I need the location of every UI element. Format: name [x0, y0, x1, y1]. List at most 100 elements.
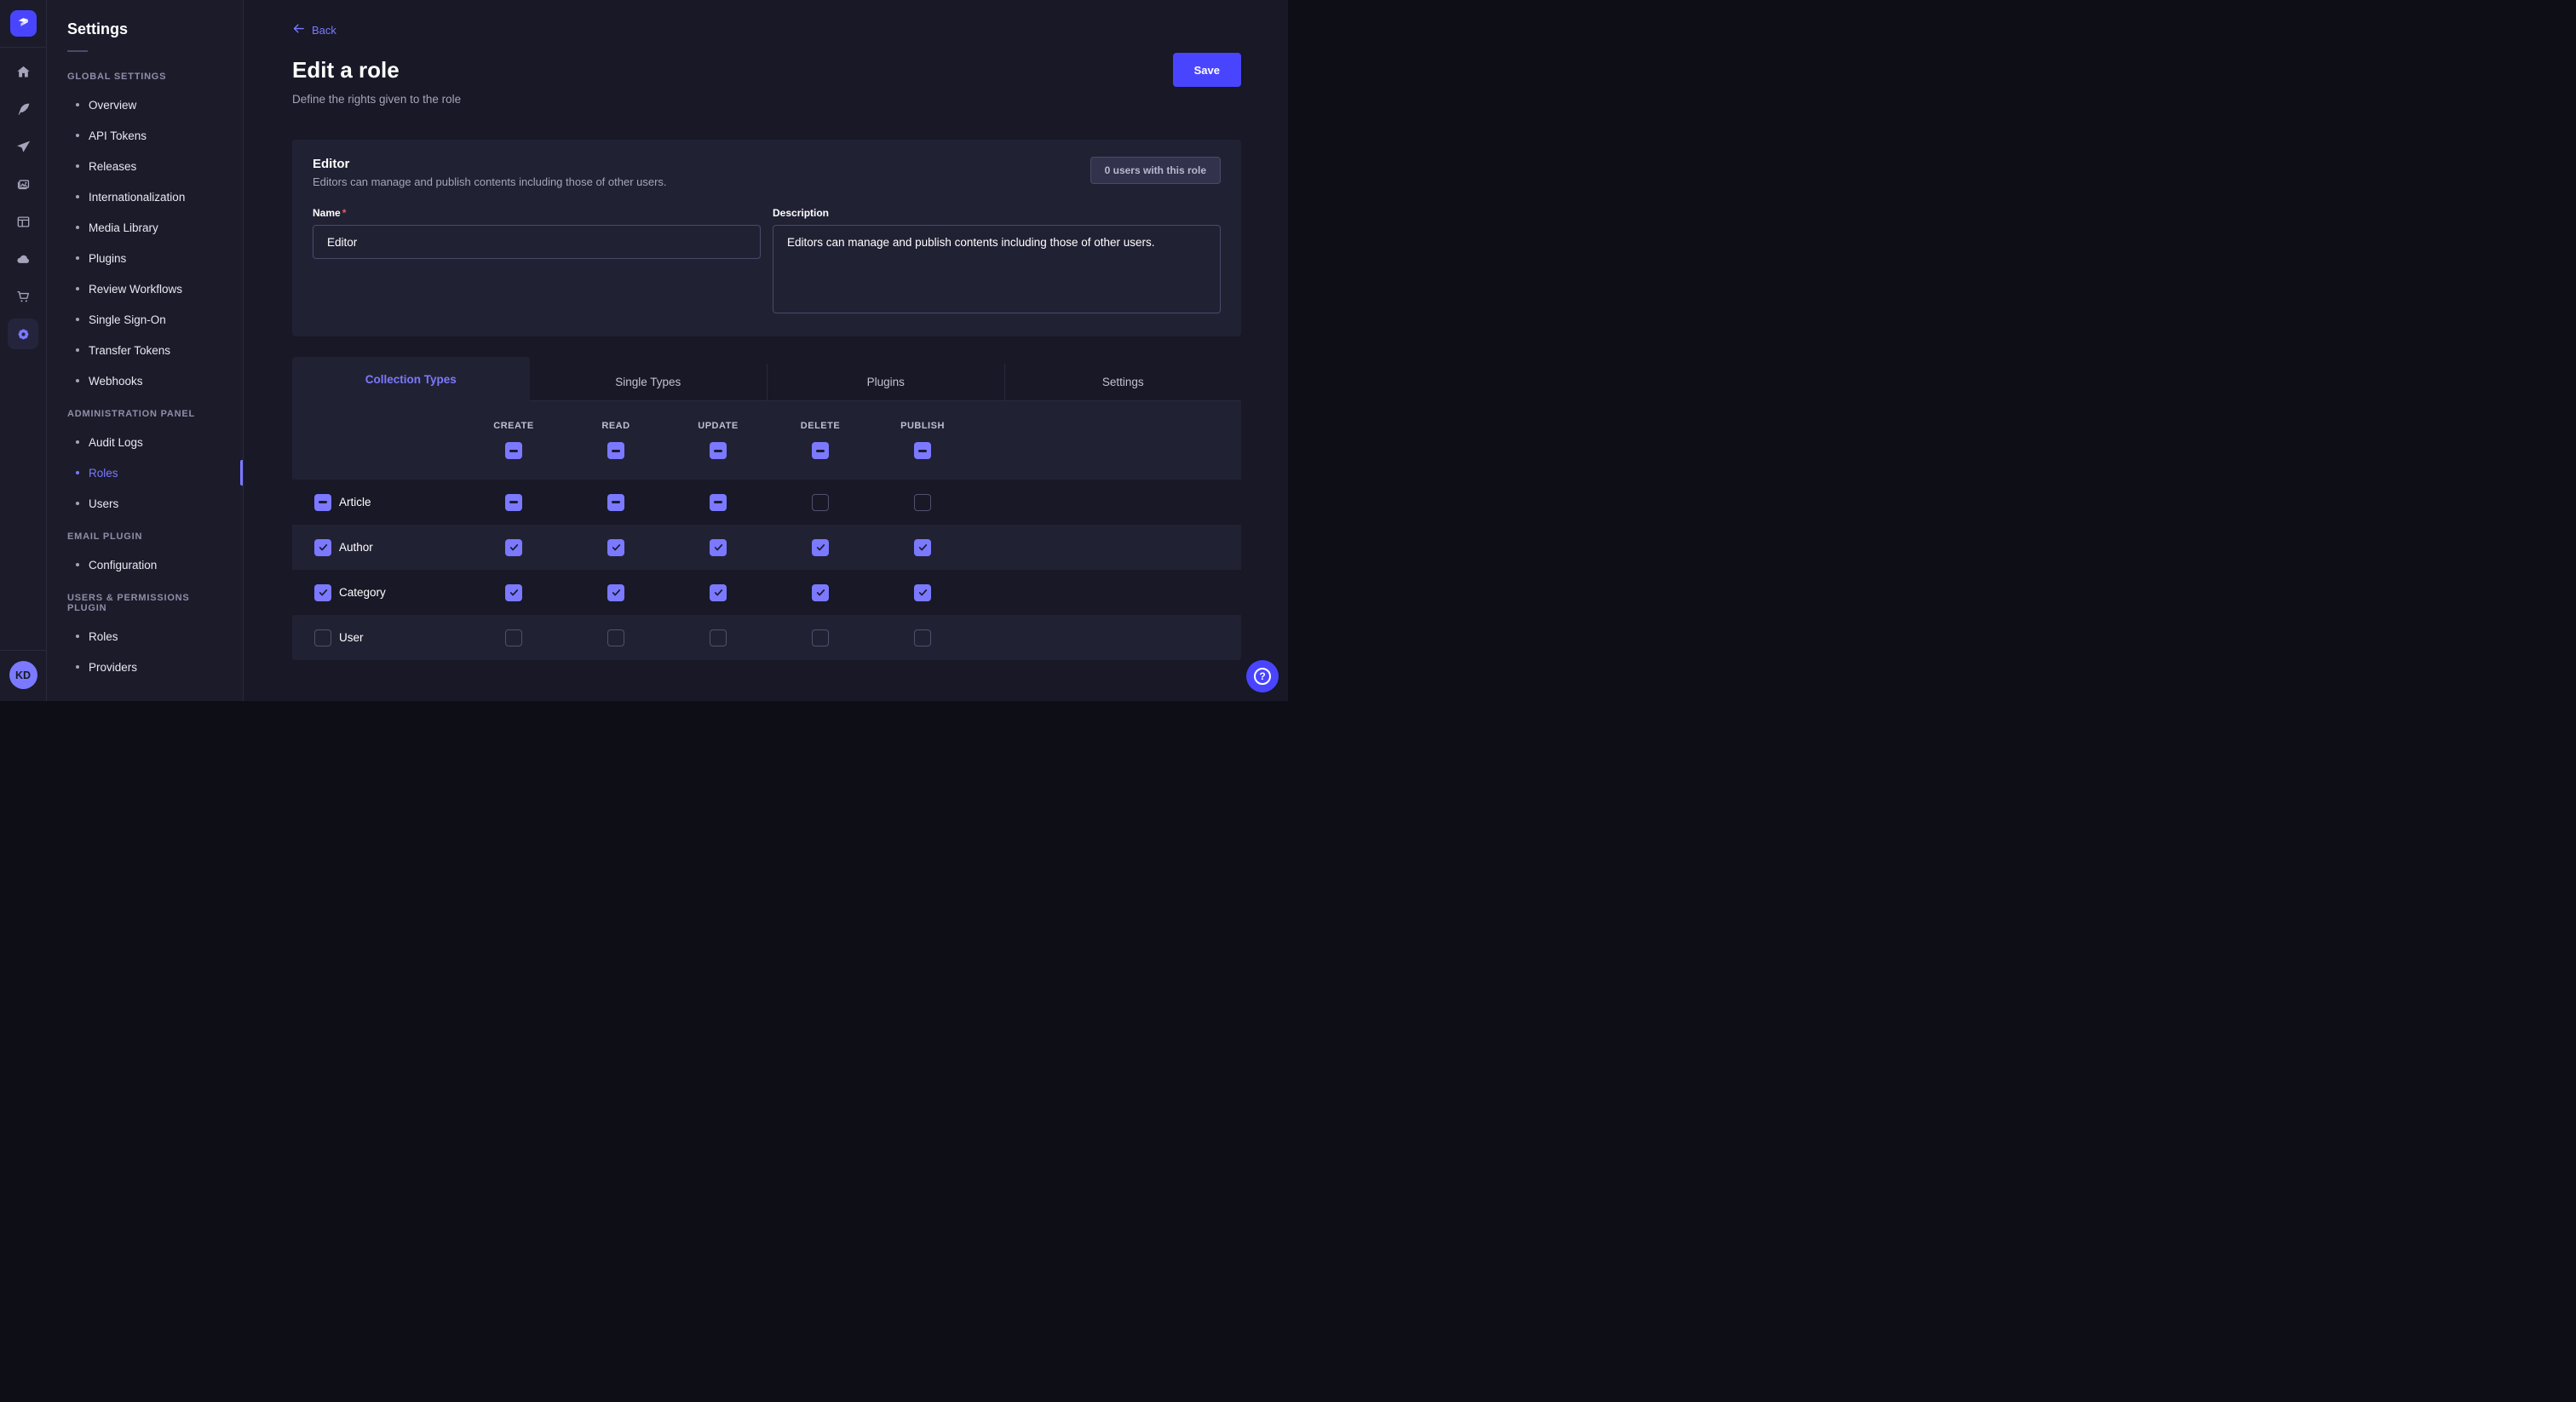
indeterminate-dash-icon: [509, 501, 518, 503]
perm-author-delete-checkbox[interactable]: [812, 539, 829, 556]
perm-category-create-checkbox[interactable]: [505, 584, 522, 601]
row-lead-cell: Category: [292, 584, 463, 601]
perm-user-row-checkbox[interactable]: [314, 629, 331, 646]
perm-header-update-checkbox[interactable]: [710, 442, 727, 459]
sidebar-item-label: Transfer Tokens: [89, 344, 170, 357]
gear-nav-button[interactable]: [8, 319, 38, 349]
sidebar-item-releases[interactable]: Releases: [47, 151, 243, 181]
perm-author-publish-checkbox[interactable]: [914, 539, 931, 556]
name-label: Name*: [313, 207, 761, 219]
role-card-titles: Editor Editors can manage and publish co…: [313, 157, 667, 188]
perm-user-read-checkbox[interactable]: [607, 629, 624, 646]
active-indicator: [240, 460, 243, 486]
perm-header-delete-checkbox[interactable]: [812, 442, 829, 459]
sidebar-item-roles[interactable]: Roles: [47, 621, 243, 652]
gear-icon: [15, 326, 32, 342]
strapi-logo[interactable]: [10, 10, 37, 37]
help-button[interactable]: ?: [1246, 660, 1279, 692]
perm-author-read-checkbox[interactable]: [607, 539, 624, 556]
app-root: KD Settings GLOBAL SETTINGSOverviewAPI T…: [0, 0, 1288, 701]
tab-settings[interactable]: Settings: [1004, 364, 1242, 401]
settings-sidebar-sections: GLOBAL SETTINGSOverviewAPI TokensRelease…: [47, 52, 243, 682]
sidebar-item-label: Plugins: [89, 252, 126, 265]
avatar[interactable]: KD: [9, 661, 37, 689]
sidebar-item-review-workflows[interactable]: Review Workflows: [47, 273, 243, 304]
row-label: Article: [339, 496, 371, 509]
perm-author-create-checkbox[interactable]: [505, 539, 522, 556]
home-nav-button[interactable]: [8, 56, 38, 87]
perm-user-publish-checkbox[interactable]: [914, 629, 931, 646]
perm-user-update-checkbox[interactable]: [710, 629, 727, 646]
tab-plugins[interactable]: Plugins: [767, 364, 1004, 401]
main-nav-icons: [8, 48, 38, 650]
perm-article-delete-checkbox[interactable]: [812, 494, 829, 511]
perm-header-publish-checkbox[interactable]: [914, 442, 931, 459]
column-update: UPDATE: [667, 401, 769, 480]
name-input[interactable]: [313, 225, 761, 259]
perm-category-update-checkbox[interactable]: [710, 584, 727, 601]
perm-article-create-checkbox[interactable]: [505, 494, 522, 511]
media-library-nav-button[interactable]: [8, 169, 38, 199]
main-nav-sidebar: KD: [0, 0, 47, 701]
permission-cell: [769, 539, 871, 556]
sidebar-item-providers[interactable]: Providers: [47, 652, 243, 682]
save-button[interactable]: Save: [1173, 53, 1241, 87]
users-count-badge[interactable]: 0 users with this role: [1090, 157, 1221, 184]
sidebar-item-api-tokens[interactable]: API Tokens: [47, 120, 243, 151]
bullet-icon: [76, 226, 79, 229]
sidebar-item-single-sign-on[interactable]: Single Sign-On: [47, 304, 243, 335]
perm-author-row-checkbox[interactable]: [314, 539, 331, 556]
perm-category-publish-checkbox[interactable]: [914, 584, 931, 601]
indeterminate-dash-icon: [918, 450, 927, 452]
perm-article-update-checkbox[interactable]: [710, 494, 727, 511]
perm-user-create-checkbox[interactable]: [505, 629, 522, 646]
settings-title: Settings: [67, 20, 222, 38]
perm-header-create-checkbox[interactable]: [505, 442, 522, 459]
bullet-icon: [76, 379, 79, 382]
perm-article-publish-checkbox[interactable]: [914, 494, 931, 511]
perm-author-update-checkbox[interactable]: [710, 539, 727, 556]
cart-nav-button[interactable]: [8, 281, 38, 312]
sidebar-item-label: Audit Logs: [89, 436, 143, 449]
sidebar-item-audit-logs[interactable]: Audit Logs: [47, 427, 243, 457]
layout-nav-button[interactable]: [8, 206, 38, 237]
perm-header-read-checkbox[interactable]: [607, 442, 624, 459]
perm-category-read-checkbox[interactable]: [607, 584, 624, 601]
tab-label: Collection Types: [365, 373, 457, 386]
bullet-icon: [76, 164, 79, 168]
back-label: Back: [312, 24, 336, 37]
perm-category-row-checkbox[interactable]: [314, 584, 331, 601]
perm-article-row-checkbox[interactable]: [314, 494, 331, 511]
sidebar-item-plugins[interactable]: Plugins: [47, 243, 243, 273]
row-label: User: [339, 631, 364, 644]
sidebar-item-webhooks[interactable]: Webhooks: [47, 365, 243, 396]
role-card-header: Editor Editors can manage and publish co…: [313, 157, 1221, 188]
required-asterisk: *: [342, 207, 347, 219]
back-link[interactable]: Back: [292, 22, 336, 37]
bullet-icon: [76, 665, 79, 669]
role-details-card: Editor Editors can manage and publish co…: [292, 140, 1241, 336]
tab-single-types[interactable]: Single Types: [530, 364, 768, 401]
feather-nav-button[interactable]: [8, 94, 38, 124]
sidebar-item-label: Overview: [89, 99, 136, 112]
sidebar-item-configuration[interactable]: Configuration: [47, 549, 243, 580]
perm-category-delete-checkbox[interactable]: [812, 584, 829, 601]
sidebar-item-label: Webhooks: [89, 375, 143, 388]
paper-plane-nav-button[interactable]: [8, 131, 38, 162]
tab-collection-types[interactable]: Collection Types: [292, 357, 530, 401]
description-textarea[interactable]: Editors can manage and publish contents …: [773, 225, 1221, 313]
indeterminate-dash-icon: [714, 501, 722, 503]
bullet-icon: [76, 103, 79, 106]
sidebar-item-transfer-tokens[interactable]: Transfer Tokens: [47, 335, 243, 365]
sidebar-item-overview[interactable]: Overview: [47, 89, 243, 120]
sidebar-item-roles[interactable]: Roles: [47, 457, 243, 488]
perm-user-delete-checkbox[interactable]: [812, 629, 829, 646]
nav-section-administration-panel: ADMINISTRATION PANELAudit LogsRolesUsers: [47, 396, 243, 519]
perm-article-read-checkbox[interactable]: [607, 494, 624, 511]
cloud-nav-button[interactable]: [8, 244, 38, 274]
bullet-icon: [76, 195, 79, 198]
sidebar-item-internationalization[interactable]: Internationalization: [47, 181, 243, 212]
sidebar-item-media-library[interactable]: Media Library: [47, 212, 243, 243]
sidebar-item-users[interactable]: Users: [47, 488, 243, 519]
bullet-icon: [76, 134, 79, 137]
